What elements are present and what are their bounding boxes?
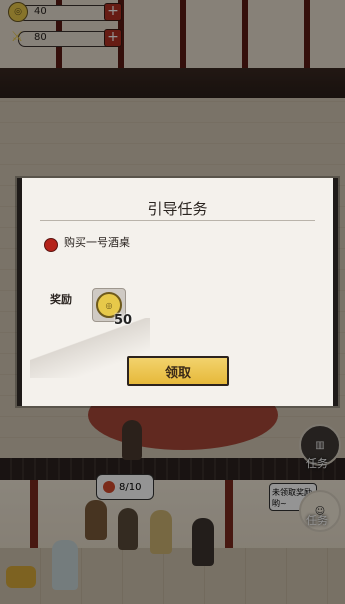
task-status-icon [44, 238, 58, 252]
reward-label: 奖励 [50, 293, 72, 306]
guide-task-dialog: 引导任务 购买一号酒桌 奖励 ◎ 50 领取 [17, 178, 338, 406]
claim-button-label: 领取 [164, 365, 191, 381]
title-divider [40, 220, 315, 221]
reward-count: 50 [114, 313, 133, 328]
task-description: 购买一号酒桌 [64, 236, 130, 249]
claim-button[interactable]: 领取 [127, 356, 229, 386]
dialog-title: 引导任务 [147, 200, 208, 218]
